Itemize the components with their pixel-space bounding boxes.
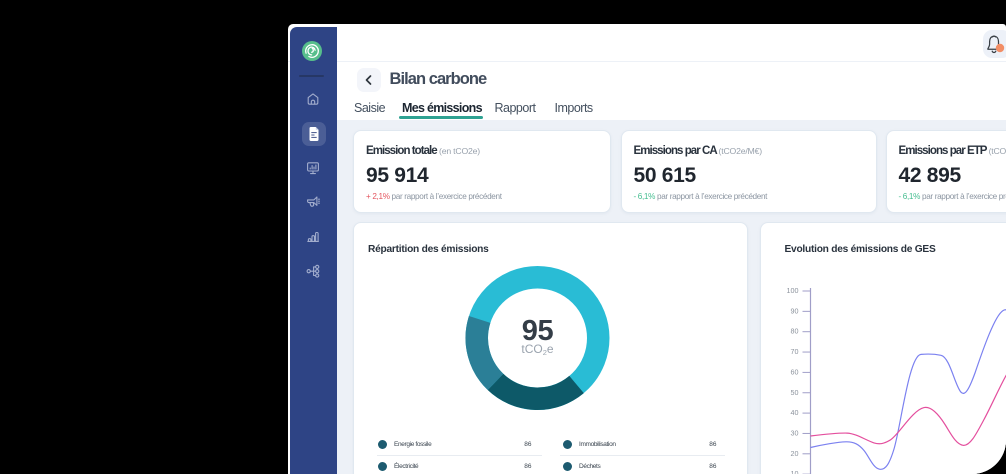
svg-text:80: 80 (790, 326, 798, 335)
svg-text:90: 90 (790, 306, 798, 315)
svg-text:40: 40 (790, 408, 798, 417)
svg-text:30: 30 (790, 428, 798, 437)
svg-text:100: 100 (786, 286, 798, 295)
svg-text:10: 10 (790, 469, 798, 474)
svg-text:50: 50 (790, 387, 798, 396)
svg-text:70: 70 (790, 347, 798, 356)
svg-text:60: 60 (790, 367, 798, 376)
svg-text:tCO2e: tCO2e (521, 342, 554, 357)
svg-text:20: 20 (790, 448, 798, 457)
